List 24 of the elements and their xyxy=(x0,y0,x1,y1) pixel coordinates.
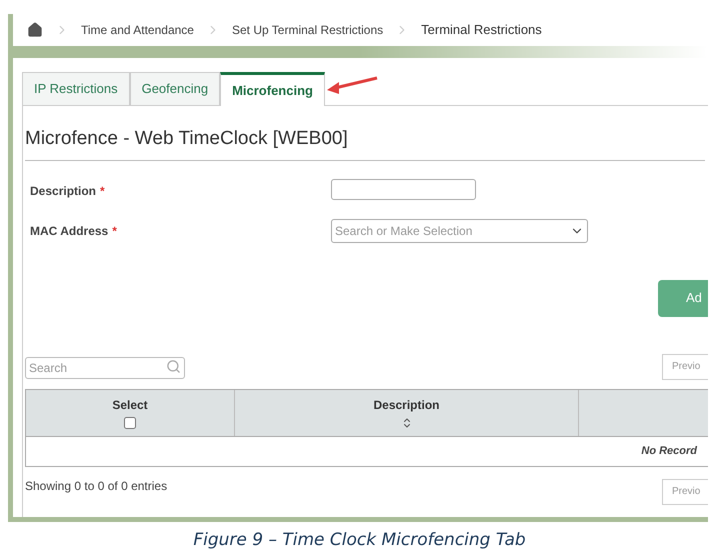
breadcrumb-link[interactable]: Time and Attendance xyxy=(81,21,194,39)
tab[interactable]: Microfencing xyxy=(220,72,325,106)
breadcrumb-link[interactable]: Set Up Terminal Restrictions xyxy=(232,21,384,39)
entries-summary: Showing 0 to 0 of 0 entries xyxy=(25,478,168,494)
empty-message: No Record xyxy=(641,444,697,459)
select-all-checkbox[interactable] xyxy=(124,416,136,428)
field-label: Description xyxy=(30,184,96,198)
search-icon xyxy=(166,358,181,374)
input-field[interactable] xyxy=(331,178,476,200)
search-field[interactable]: Search xyxy=(25,356,185,378)
column-header: Select xyxy=(26,390,235,436)
previous-button[interactable]: Previo xyxy=(662,478,708,504)
required-asterisk: * xyxy=(100,184,105,198)
page-title: Microfence - Web TimeClock [WEB00] xyxy=(25,125,705,160)
select-field[interactable]: Search or Make Selection xyxy=(331,218,588,242)
figure-caption: Figure 9 – Time Clock Microfencing Tab xyxy=(193,529,526,552)
tab[interactable]: Geofencing xyxy=(130,72,220,105)
column-header: Description xyxy=(235,390,579,436)
previous-button[interactable]: Previo xyxy=(662,354,708,380)
tab[interactable]: IP Restrictions xyxy=(22,72,130,105)
home-icon[interactable] xyxy=(27,22,43,38)
required-asterisk: * xyxy=(112,224,117,238)
add-button[interactable]: Ad xyxy=(658,280,708,316)
field-label: MAC Address xyxy=(30,224,108,238)
